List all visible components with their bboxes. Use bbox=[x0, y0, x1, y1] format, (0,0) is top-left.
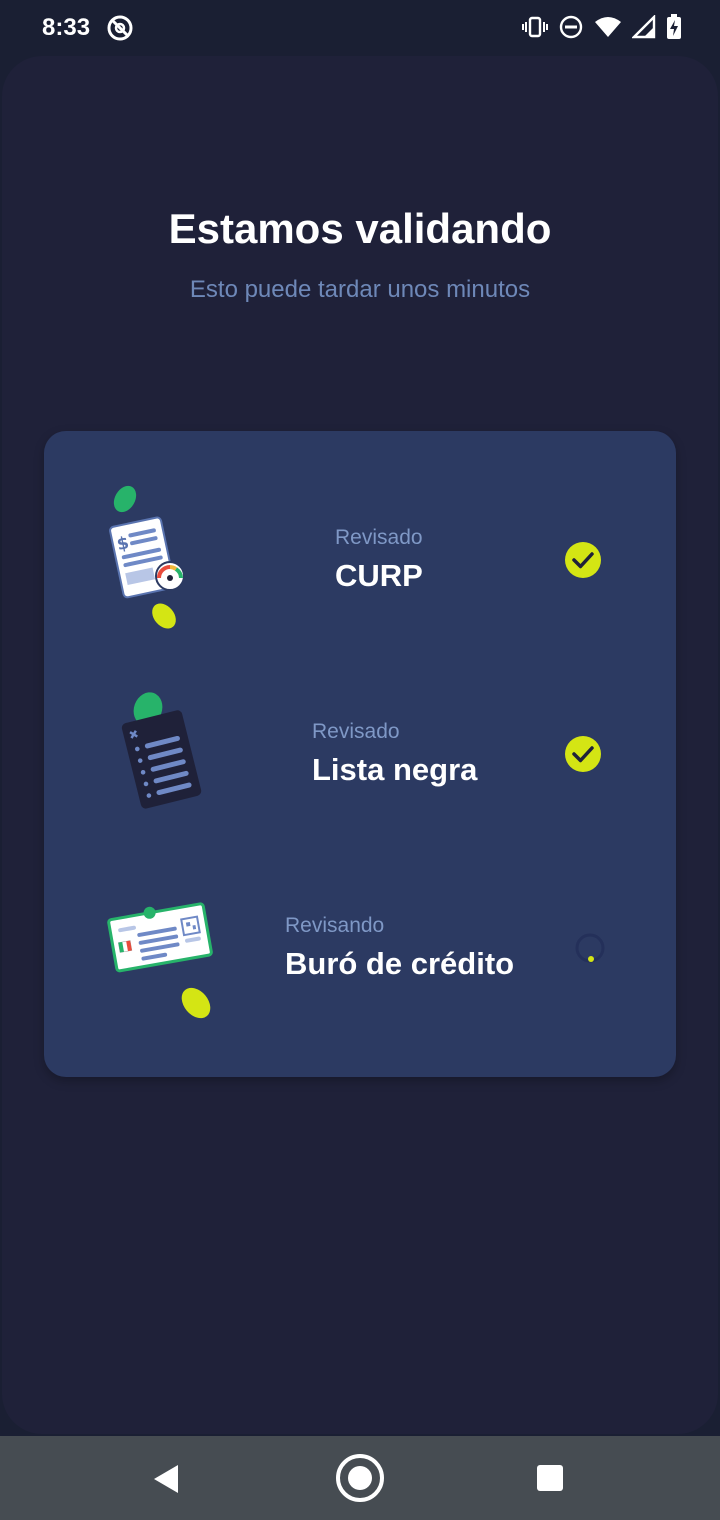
at-sign-icon bbox=[107, 15, 133, 41]
recents-icon[interactable] bbox=[536, 1464, 564, 1492]
row-caption: Revisado bbox=[312, 720, 400, 743]
home-icon[interactable] bbox=[334, 1452, 386, 1504]
validation-card: $ Revisado CURP Revisado Lista negra Rev… bbox=[44, 431, 676, 1077]
battery-charging-icon bbox=[667, 14, 681, 39]
check-circle-icon bbox=[565, 736, 601, 772]
page-subtitle: Esto puede tardar unos minutos bbox=[189, 276, 531, 303]
status-time: 8:33 bbox=[42, 14, 91, 41]
row-label: Buró de crédito bbox=[285, 946, 515, 981]
row-label: Lista negra bbox=[312, 752, 478, 787]
checklist-illustration bbox=[121, 692, 202, 809]
id-card-illustration bbox=[107, 902, 213, 1019]
document-gauge-illustration: $ bbox=[109, 485, 185, 629]
do-not-disturb-icon bbox=[559, 15, 583, 39]
navigation-bar bbox=[0, 1436, 720, 1520]
back-icon[interactable] bbox=[150, 1463, 182, 1495]
row-label: CURP bbox=[335, 558, 423, 593]
status-bar: 8:33 bbox=[0, 0, 720, 56]
row-caption: Revisado bbox=[335, 526, 423, 549]
vibrate-icon bbox=[522, 16, 548, 38]
check-circle-icon bbox=[565, 542, 601, 578]
signal-icon bbox=[632, 15, 656, 39]
loading-spinner-icon bbox=[575, 933, 605, 963]
page-title: Estamos validando bbox=[168, 205, 552, 252]
row-caption: Revisando bbox=[285, 914, 385, 937]
wifi-icon bbox=[595, 17, 621, 37]
